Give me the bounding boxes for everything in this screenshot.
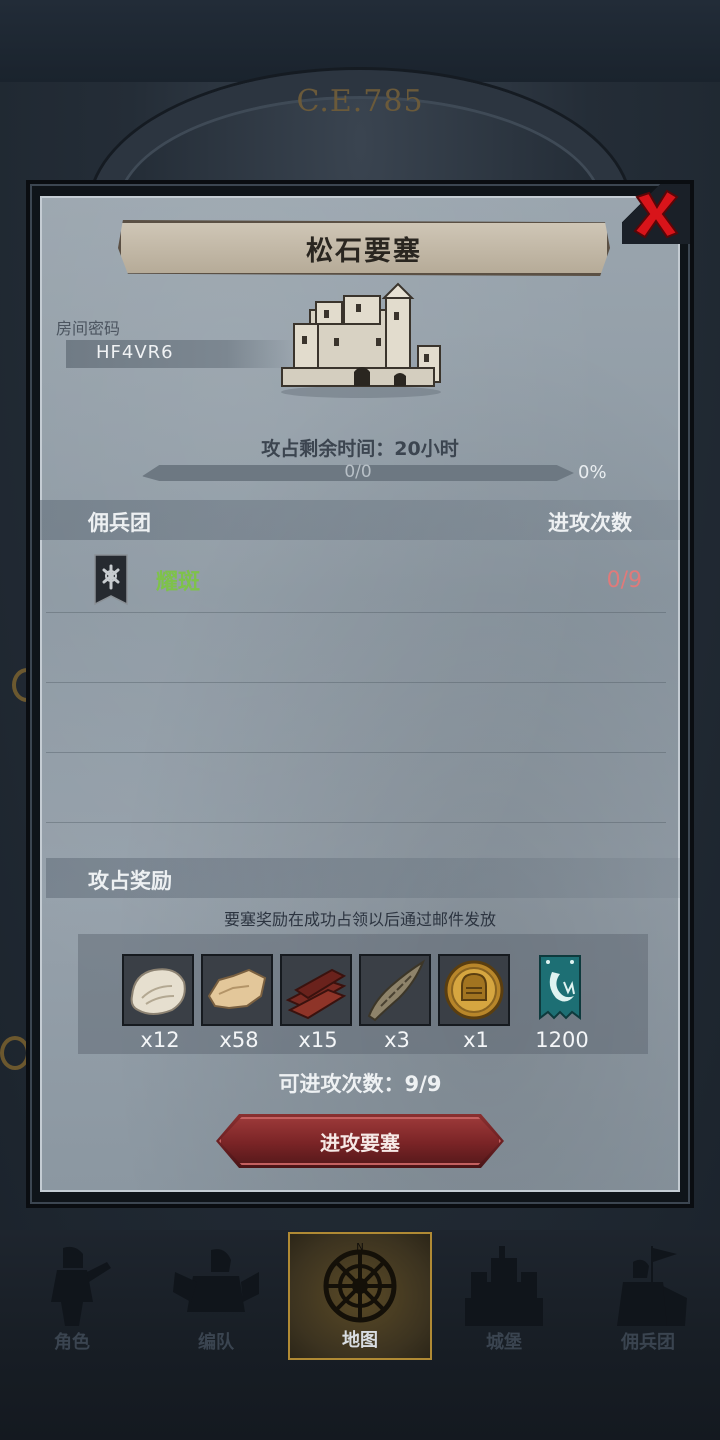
room-password[interactable]: HF4VR6 [96,342,174,363]
close-button[interactable] [622,184,690,244]
era-label: C.E.785 [296,84,424,119]
reward-item[interactable] [122,954,194,1026]
fur-pelt-icon [124,956,192,1024]
guild-banner-icon [539,955,581,1020]
tab-label: 编队 [198,1332,234,1353]
wood-logs-icon [282,956,350,1024]
attack-fortress-button[interactable]: 进攻要塞 [216,1114,504,1168]
tab-label: 角色 [54,1332,90,1353]
reward-count: x3 [384,1028,410,1052]
row-divider [46,752,666,753]
tab-label: 地图 [342,1330,378,1351]
mercenary-icon [617,1246,687,1326]
tab-formation[interactable]: 编队 [144,1232,288,1360]
reward-count: x15 [298,1028,338,1052]
side-marker-icon [0,1036,30,1070]
reward-count: x12 [140,1028,180,1052]
dialog-title: 松石要塞 [306,235,422,267]
fortress-castle-icon [281,282,441,398]
attack-count-header: 进攻次数 [548,511,632,535]
close-icon [633,189,679,239]
dialog-title-plate: 松石要塞 [118,220,610,276]
mercenary-header: 佣兵团 [88,511,151,535]
reward-item[interactable] [359,954,431,1026]
capture-progress-count: 0/0 [344,462,372,482]
tab-castle[interactable]: 城堡 [432,1232,576,1360]
horn-icon [361,956,429,1024]
attack-fortress-button-label: 进攻要塞 [320,1130,400,1155]
formation-icon [173,1249,259,1312]
attacks-available: 可进攻次数：9/9 [278,1072,442,1096]
mercenary-banner-icon [94,554,128,606]
room-password-label: 房间密码 [56,319,121,338]
capture-timer: 攻占剩余时间：20小时 [261,438,459,460]
reward-item[interactable] [438,954,510,1026]
rewards-header: 攻占奖励 [88,869,172,893]
reward-item[interactable] [526,954,598,1026]
reward-count: x58 [219,1028,259,1052]
mercenary-attacks: 0/9 [606,568,642,593]
row-divider [46,612,666,613]
row-divider [46,682,666,683]
capture-progress-percent: 0% [578,462,607,483]
knight-helmet-coin-icon [440,956,508,1024]
tab-mercenary[interactable]: 佣兵团 [576,1232,720,1360]
reward-count: 1200 [535,1028,589,1052]
tab-label: 城堡 [486,1332,522,1353]
castle-icon [465,1246,543,1326]
leather-hide-icon [203,956,271,1024]
tab-map[interactable]: N 地图 [288,1232,432,1360]
row-divider [46,822,666,823]
reward-item[interactable] [280,954,352,1026]
mercenary-name: 耀斑 [156,570,201,595]
compass-icon: N [323,1242,397,1323]
tab-character[interactable]: 角色 [0,1232,144,1360]
reward-item[interactable] [201,954,273,1026]
reward-count: x1 [463,1028,489,1052]
tab-label: 佣兵团 [621,1332,675,1353]
knight-icon [51,1246,111,1326]
rewards-note: 要塞奖励在成功占领以后通过邮件发放 [223,910,496,929]
